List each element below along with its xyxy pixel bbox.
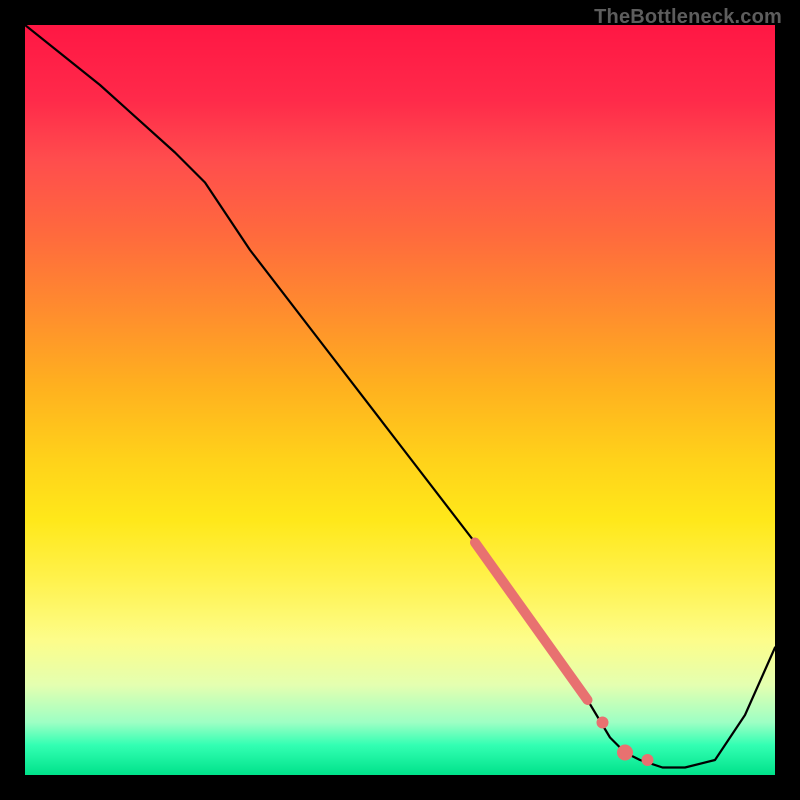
pt3 xyxy=(642,754,654,766)
highlight-segment xyxy=(475,543,588,701)
chart-plot-area xyxy=(25,25,775,775)
main-curve xyxy=(25,25,775,768)
watermark-text: TheBottleneck.com xyxy=(594,6,782,29)
curve-layer xyxy=(25,25,775,768)
pt2 xyxy=(617,745,633,761)
chart-stage: TheBottleneck.com xyxy=(0,0,800,800)
pt1 xyxy=(597,717,609,729)
marker-layer xyxy=(475,543,654,767)
chart-svg xyxy=(25,25,775,775)
